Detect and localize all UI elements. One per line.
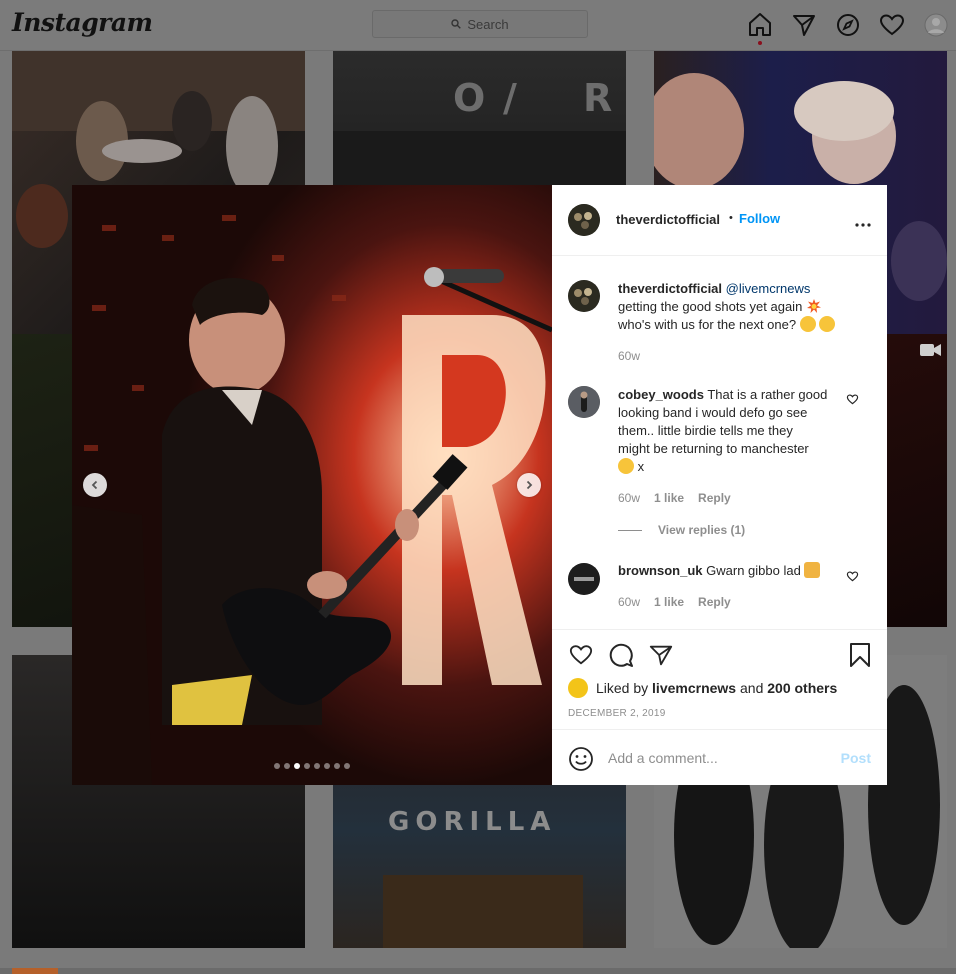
carousel-dot: [334, 763, 340, 769]
more-options-button[interactable]: [855, 211, 871, 232]
caption-line-2: who's with us for the next one?: [618, 317, 797, 332]
liked-by-others[interactable]: 200 others: [767, 680, 837, 696]
comment-text: brownson_uk Gwarn gibbo lad: [618, 562, 828, 580]
caption-meta: 60w: [618, 349, 640, 363]
bottom-strip: [0, 968, 956, 974]
thinking-emoji: [618, 458, 634, 474]
home-icon[interactable]: [746, 11, 774, 45]
search-icon: [451, 19, 462, 29]
comment-username[interactable]: cobey_woods: [618, 387, 704, 402]
bookmark-icon: [850, 643, 870, 667]
liked-by-and: and: [740, 680, 764, 696]
carousel-dot: [274, 763, 280, 769]
like-button[interactable]: [568, 642, 594, 669]
chevron-right-icon: [526, 480, 533, 490]
post-date[interactable]: DECEMBER 2, 2019: [568, 708, 666, 719]
next-photo-button[interactable]: [517, 473, 541, 497]
share-button[interactable]: [648, 642, 674, 671]
paper-plane-icon: [649, 645, 673, 666]
comment-body: Gwarn gibbo lad: [706, 563, 801, 578]
post-actions: Liked by livemcrnews and 200 others DECE…: [552, 629, 887, 730]
liker-avatar[interactable]: [568, 678, 588, 698]
raised-hands-emoji: [804, 562, 821, 578]
carousel-dot: [314, 763, 320, 769]
comment-like-count[interactable]: 1 like: [654, 595, 684, 609]
like-comment-button[interactable]: [846, 393, 859, 408]
comment-input[interactable]: Add a comment...: [608, 750, 718, 766]
comment-meta: 60w 1 like Reply: [618, 491, 731, 505]
comment-text: cobey_woods That is a rather good lookin…: [618, 386, 828, 476]
previous-photo-button[interactable]: [83, 473, 107, 497]
reply-button[interactable]: Reply: [698, 491, 731, 505]
svg-text:/: /: [503, 76, 517, 120]
comment-like-count[interactable]: 1 like: [654, 491, 684, 505]
replies-divider: [618, 529, 642, 531]
chevron-left-icon: [91, 480, 98, 490]
winking-tongue-emoji: [799, 316, 816, 332]
reply-button[interactable]: Reply: [698, 595, 731, 609]
caption-author-avatar[interactable]: [568, 280, 600, 312]
smiley-icon: [569, 747, 593, 771]
post-author-username[interactable]: theverdictofficial: [616, 212, 720, 227]
svg-text:R: R: [583, 76, 612, 120]
header-separator: •: [729, 212, 733, 224]
view-replies-button[interactable]: View replies (1): [618, 523, 745, 537]
post-panel: theverdictofficial • Follow theverdictof…: [552, 185, 887, 785]
search-placeholder: Search: [467, 16, 509, 32]
comment-username[interactable]: brownson_uk: [618, 563, 703, 578]
top-nav: Instagram Search: [0, 0, 956, 51]
post-header: theverdictofficial • Follow: [552, 185, 887, 256]
save-button[interactable]: [848, 642, 872, 671]
post-photo[interactable]: [72, 185, 552, 785]
carousel-dot: [304, 763, 310, 769]
likes-summary: Liked by livemcrnews and 200 others: [568, 678, 837, 698]
like-comment-button[interactable]: [846, 570, 859, 585]
search-input[interactable]: Search: [372, 10, 588, 38]
profile-avatar[interactable]: [922, 11, 950, 39]
carousel-dot: [284, 763, 290, 769]
comment-timestamp[interactable]: 60w: [618, 595, 640, 609]
follow-button[interactable]: Follow: [739, 211, 780, 226]
activity-heart-icon[interactable]: [878, 11, 906, 39]
view-replies-label: View replies (1): [658, 523, 746, 537]
liked-by-prefix: Liked by: [596, 680, 649, 696]
caption-timestamp[interactable]: 60w: [618, 349, 640, 363]
caption-line-1: getting the good shots yet again: [618, 299, 803, 314]
add-comment-bar: Add a comment... Post: [552, 729, 887, 786]
carousel-dot: [344, 763, 350, 769]
collision-emoji: [806, 299, 821, 313]
heart-outline-icon: [846, 571, 859, 582]
post-caption: theverdictofficial @livemcrnews getting …: [618, 280, 868, 334]
direct-message-icon[interactable]: [790, 11, 818, 39]
commenter-avatar[interactable]: [568, 386, 600, 418]
comment-timestamp[interactable]: 60w: [618, 491, 640, 505]
commenter-avatar[interactable]: [568, 563, 600, 595]
comment-body-tail: x: [637, 459, 645, 474]
liked-by-user[interactable]: livemcrnews: [652, 680, 736, 696]
instagram-logo[interactable]: Instagram: [12, 8, 153, 37]
comment-button[interactable]: [608, 642, 634, 671]
svg-text:O: O: [453, 76, 485, 120]
more-dots-icon: [855, 223, 871, 227]
carousel-dot: [294, 763, 300, 769]
post-author-avatar[interactable]: [568, 204, 600, 236]
emoji-picker-button[interactable]: [568, 746, 594, 775]
post-comment-button[interactable]: Post: [841, 750, 871, 766]
svg-text:GORILLA: GORILLA: [388, 807, 556, 837]
caption-mention-link[interactable]: @livemcrnews: [726, 281, 811, 296]
comment-meta: 60w 1 like Reply: [618, 595, 731, 609]
heart-outline-icon: [569, 645, 593, 665]
explore-compass-icon[interactable]: [834, 11, 862, 39]
notification-dot: [758, 41, 762, 45]
carousel-dot: [324, 763, 330, 769]
carousel-indicator: [274, 763, 350, 769]
winking-tongue-emoji: [819, 316, 836, 332]
heart-outline-icon: [846, 394, 859, 405]
speech-bubble-icon: [609, 643, 633, 667]
caption-username[interactable]: theverdictofficial: [618, 281, 722, 296]
